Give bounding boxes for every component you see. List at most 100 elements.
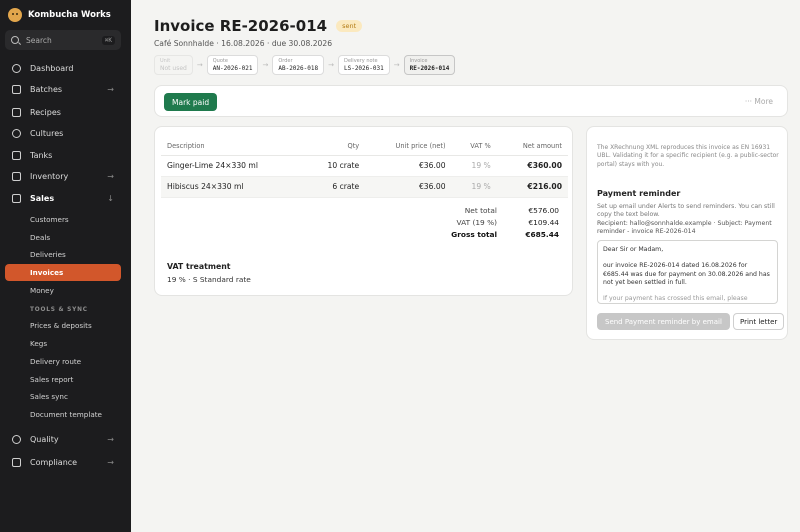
chain-delivery-key: Delivery note <box>343 57 378 64</box>
search-shortcut: ⌘K <box>101 35 115 45</box>
gross-total-row: Gross total €685.44 <box>359 228 559 240</box>
cell-qty: 6 crate <box>304 176 366 198</box>
action-bar: Mark paid ··· More <box>154 85 788 117</box>
cell-description: Hibiscus 24×330 ml <box>161 176 305 198</box>
nav-compliance[interactable]: Compliance → <box>5 453 121 471</box>
search-button[interactable]: Search ⌘K <box>5 30 121 50</box>
nav-compliance-label: Compliance <box>30 457 78 467</box>
letter-more: If your payment has crossed this email, … <box>603 295 748 303</box>
chain-quote-value: AN-2026-021 <box>212 64 253 72</box>
tools-sync-section-label: TOOLS & SYNC <box>30 307 88 313</box>
brand[interactable]: Kombucha Works <box>8 8 111 22</box>
culture-icon <box>12 128 21 138</box>
sub-prices-deposits[interactable]: Prices & deposits <box>5 317 121 334</box>
cell-description: Ginger-Lime 24×330 ml <box>161 155 305 177</box>
vat-total-value: €109.44 <box>528 217 559 227</box>
chain-order[interactable]: Order AB-2026-018 <box>272 55 325 75</box>
arrow-icon: → <box>196 61 203 69</box>
reminder-letter-text[interactable]: Dear Sir or Madam, our invoice RE-2026-0… <box>597 240 778 304</box>
cell-net-amount: €360.00 <box>496 155 568 177</box>
cell-vat: 19 % <box>451 176 497 198</box>
search-label: Search <box>26 35 52 45</box>
kombucha-logo-icon <box>8 8 22 22</box>
col-net-amount: Net amount <box>496 138 568 156</box>
cell-net-amount: €216.00 <box>496 176 568 198</box>
arrow-icon: → <box>393 61 400 69</box>
chevron-right-icon: → <box>107 434 114 444</box>
nav-tanks[interactable]: Tanks <box>5 146 121 164</box>
chain-invoice-value: RE-2026-014 <box>409 64 450 72</box>
nav-dashboard[interactable]: Dashboard <box>5 59 121 77</box>
nav-cultures[interactable]: Cultures <box>5 124 121 142</box>
cell-vat: 19 % <box>451 155 497 177</box>
vat-treatment-title: VAT treatment <box>167 262 231 271</box>
chain-order-value: AB-2026-018 <box>278 64 319 72</box>
net-total-value: €576.00 <box>528 205 559 215</box>
nav-sales-label: Sales <box>30 193 55 203</box>
nav-recipes[interactable]: Recipes <box>5 103 121 121</box>
payment-reminder-title: Payment reminder <box>597 189 681 198</box>
sidebar: Kombucha Works Search ⌘K Dashboard Batch… <box>0 0 131 532</box>
nav-cultures-label: Cultures <box>30 128 64 138</box>
sub-deliveries[interactable]: Deliveries <box>5 246 121 263</box>
clipboard-icon <box>12 457 21 467</box>
send-reminder-button[interactable]: Send Payment reminder by email <box>597 313 730 330</box>
col-qty: Qty <box>304 138 366 156</box>
nav-inventory[interactable]: Inventory → <box>5 167 121 185</box>
sub-customers[interactable]: Customers <box>5 211 121 228</box>
chain-invoice: Invoice RE-2026-014 <box>403 55 456 75</box>
nav-quality-label: Quality <box>30 434 59 444</box>
payment-reminder-card: The XRechnung XML reproduces this invoic… <box>586 126 788 340</box>
table-row: Hibiscus 24×330 ml 6 crate €36.00 19 % €… <box>161 176 568 198</box>
shield-check-icon <box>12 434 21 444</box>
sub-sales-sync[interactable]: Sales sync <box>5 388 121 405</box>
cart-icon <box>12 193 21 203</box>
chevron-right-icon: → <box>107 171 114 181</box>
chevron-right-icon: → <box>107 84 114 94</box>
sub-invoices[interactable]: Invoices <box>5 264 121 281</box>
status-badge: sent <box>336 20 363 32</box>
chevron-down-icon: ↓ <box>107 193 114 203</box>
sub-money[interactable]: Money <box>5 282 121 299</box>
app-name: Kombucha Works <box>28 10 111 20</box>
print-letter-button[interactable]: Print letter <box>733 313 785 330</box>
chain-unit: Unit Not used <box>154 55 193 75</box>
chain-invoice-key: Invoice <box>409 57 428 64</box>
sub-kegs[interactable]: Kegs <box>5 335 121 352</box>
nav-batches-label: Batches <box>30 84 63 94</box>
mark-paid-button[interactable]: Mark paid <box>164 93 218 111</box>
net-total-label: Net total <box>464 205 497 215</box>
chain-quote[interactable]: Quote AN-2026-021 <box>206 55 259 75</box>
sub-deals[interactable]: Deals <box>5 229 121 246</box>
cell-unit-price: €36.00 <box>365 176 452 198</box>
line-items-card: Description Qty Unit price (net) VAT % N… <box>154 126 573 296</box>
tank-icon <box>12 150 21 160</box>
gross-total-value: €685.44 <box>525 229 559 239</box>
gross-total-label: Gross total <box>451 229 497 239</box>
chain-delivery-note[interactable]: Delivery note LS-2026-031 <box>337 55 390 75</box>
nav-batches[interactable]: Batches → <box>5 80 121 98</box>
payment-reminder-recipient: Recipient: hallo@sonnhalde.example · Sub… <box>597 220 772 236</box>
sub-sales-report[interactable]: Sales report <box>5 371 121 388</box>
nav-inventory-label: Inventory <box>30 171 69 181</box>
nav-quality[interactable]: Quality → <box>5 430 121 448</box>
chain-unit-value: Not used <box>160 64 187 72</box>
letter-greeting: Dear Sir or Madam, <box>603 246 664 253</box>
sub-delivery-route[interactable]: Delivery route <box>5 353 121 370</box>
col-unit-price: Unit price (net) <box>365 138 452 156</box>
arrow-icon: → <box>262 61 269 69</box>
invoice-subtitle: Café Sonnhalde · 16.08.2026 · due 30.08.… <box>154 39 333 48</box>
nav-dashboard-label: Dashboard <box>30 63 74 73</box>
sub-document-template[interactable]: Document template <box>5 406 121 423</box>
search-icon <box>11 36 19 44</box>
page-header: Invoice RE-2026-014 sent <box>154 17 363 35</box>
nav-sales[interactable]: Sales ↓ <box>5 189 121 207</box>
vat-treatment-value: 19 % · S Standard rate <box>167 275 251 284</box>
totals-block: Net total €576.00 VAT (19 %) €109.44 Gro… <box>359 204 559 240</box>
vat-total-label: VAT (19 %) <box>456 217 497 227</box>
arrow-icon: → <box>328 61 334 69</box>
nav-tanks-label: Tanks <box>30 150 53 160</box>
table-header-row: Description Qty Unit price (net) VAT % N… <box>161 138 568 156</box>
more-button[interactable]: ··· More <box>745 97 773 106</box>
cell-qty: 10 crate <box>304 155 366 177</box>
